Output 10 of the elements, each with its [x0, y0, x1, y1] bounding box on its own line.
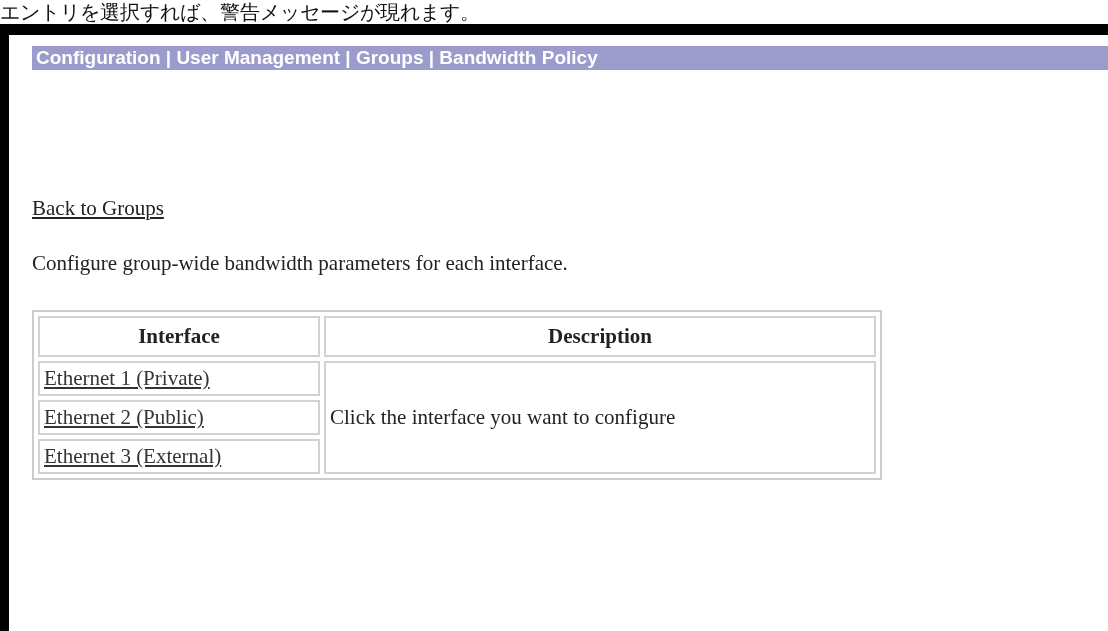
interface-link[interactable]: Ethernet 2 (Public) [44, 405, 204, 429]
interface-link[interactable]: Ethernet 1 (Private) [44, 366, 210, 390]
table-cell: Click the interface you want to configure [324, 361, 876, 474]
back-link[interactable]: Back to Groups [32, 196, 164, 221]
caption-text: エントリを選択すれば、警告メッセージが現れます。 [0, 0, 481, 24]
intro-text: Configure group-wide bandwidth parameters for each interface. [32, 251, 569, 276]
interface-link[interactable]: Ethernet 3 (External) [44, 444, 222, 468]
breadcrumb-bar: Configuration | User Management | Groups | Bandwidth Policy [32, 46, 1108, 70]
column-header: Interface [38, 316, 320, 357]
column-header: Description [324, 316, 876, 357]
